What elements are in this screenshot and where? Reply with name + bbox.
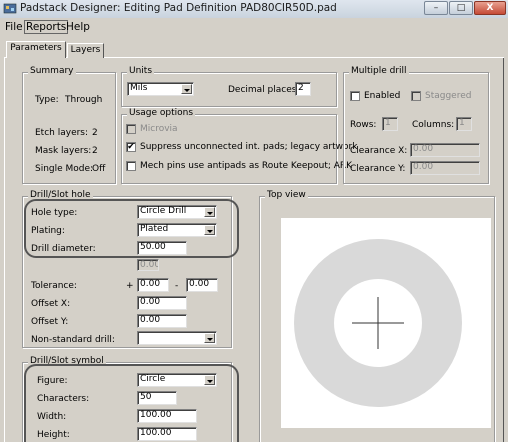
microvia-label: Microvia [140, 124, 178, 134]
staggered-checkbox[interactable] [411, 91, 421, 101]
usage-options-legend: Usage options [127, 108, 196, 118]
columns-input[interactable]: 1 [456, 117, 472, 131]
mech-pins-label: Mech pins use antipads as Route Keepout;… [140, 161, 353, 171]
highlight-ellipse [24, 364, 239, 442]
suppress-label: Suppress unconnected int. pads; legacy a… [140, 142, 358, 152]
single-mode-label: Single Mode: [35, 164, 94, 174]
app-icon [3, 3, 17, 14]
maximize-button[interactable]: □ [449, 1, 473, 15]
chevron-down-icon[interactable] [204, 333, 215, 343]
check-icon: ✔ [127, 142, 135, 152]
mask-layers-value: 2 [92, 146, 98, 156]
multiple-drill-legend: Multiple drill [349, 66, 409, 76]
type-label: Type: [35, 95, 59, 105]
tolerance-minus-sign: - [175, 281, 179, 291]
pad-preview [294, 239, 462, 407]
highlight-ellipse [24, 199, 239, 258]
staggered-label: Staggered [425, 91, 472, 101]
offset-y-label: Offset Y: [31, 317, 69, 327]
single-mode-value: Off [92, 164, 106, 174]
decimal-places-input[interactable]: 2 [295, 82, 311, 96]
minimize-button[interactable]: – [424, 1, 448, 15]
tolerance-plus-sign: + [126, 281, 134, 291]
summary-group: Summary Type: Through Etch layers: 2 Mas… [22, 66, 116, 184]
offset-x-input[interactable]: 0.00 [137, 296, 187, 310]
units-select[interactable]: Mils [127, 82, 194, 96]
clearance-x-label: Clearance X: [350, 146, 408, 156]
menu-file[interactable]: File [5, 21, 23, 33]
tolerance-label: Tolerance: [31, 281, 77, 291]
etch-layers-label: Etch layers: [35, 128, 89, 138]
close-icon: X [486, 3, 494, 13]
type-value: Through [65, 95, 103, 105]
etch-layers-value: 2 [92, 128, 98, 138]
clearance-x-input[interactable]: 0.00 [410, 143, 480, 157]
menu-reports[interactable]: Reports [23, 20, 69, 34]
non-standard-drill-label: Non-standard drill: [31, 335, 115, 345]
menu-help[interactable]: Help [66, 21, 90, 33]
menu-bar: File Reports Help [0, 19, 508, 35]
columns-label: Columns: [412, 120, 455, 130]
clearance-y-label: Clearance Y: [350, 164, 406, 174]
multiple-drill-group: Multiple drill Enabled Staggered Rows: 1… [343, 66, 489, 184]
tab-parameters[interactable]: Parameters [6, 41, 66, 58]
microvia-checkbox[interactable] [126, 124, 136, 134]
summary-legend: Summary [28, 66, 76, 76]
tolerance-plus-input[interactable]: 0.00 [137, 278, 169, 292]
close-button[interactable]: X [474, 1, 506, 15]
units-legend: Units [127, 66, 155, 76]
units-select-value: Mils [130, 83, 148, 93]
usage-options-group: Usage options Microvia ✔ Suppress unconn… [121, 108, 357, 184]
top-view-canvas [281, 218, 491, 428]
top-view-legend: Top view [265, 190, 308, 200]
minimize-icon: – [433, 3, 439, 13]
drill-extra-input[interactable]: 0.00 [137, 259, 159, 271]
mech-pins-checkbox[interactable] [126, 161, 136, 171]
clearance-y-input[interactable]: 0.00 [410, 161, 480, 175]
non-standard-drill-select[interactable] [137, 331, 217, 345]
decimal-places-label: Decimal places: [228, 85, 300, 95]
enabled-label: Enabled [364, 91, 401, 101]
tab-layers[interactable]: Layers [67, 43, 104, 58]
enabled-checkbox[interactable] [350, 91, 360, 101]
tolerance-minus-input[interactable]: 0.00 [186, 278, 218, 292]
rows-input[interactable]: 1 [382, 117, 398, 131]
offset-x-label: Offset X: [31, 299, 71, 309]
mask-layers-label: Mask layers: [35, 146, 92, 156]
rows-label: Rows: [350, 120, 377, 130]
units-group: Units Mils Decimal places: 2 [121, 66, 337, 107]
chevron-down-icon[interactable] [181, 84, 192, 94]
maximize-icon: □ [456, 3, 466, 13]
window-title: Padstack Designer: Editing Pad Definitio… [20, 2, 337, 14]
suppress-checkbox[interactable]: ✔ [126, 142, 136, 152]
offset-y-input[interactable]: 0.00 [137, 314, 187, 328]
